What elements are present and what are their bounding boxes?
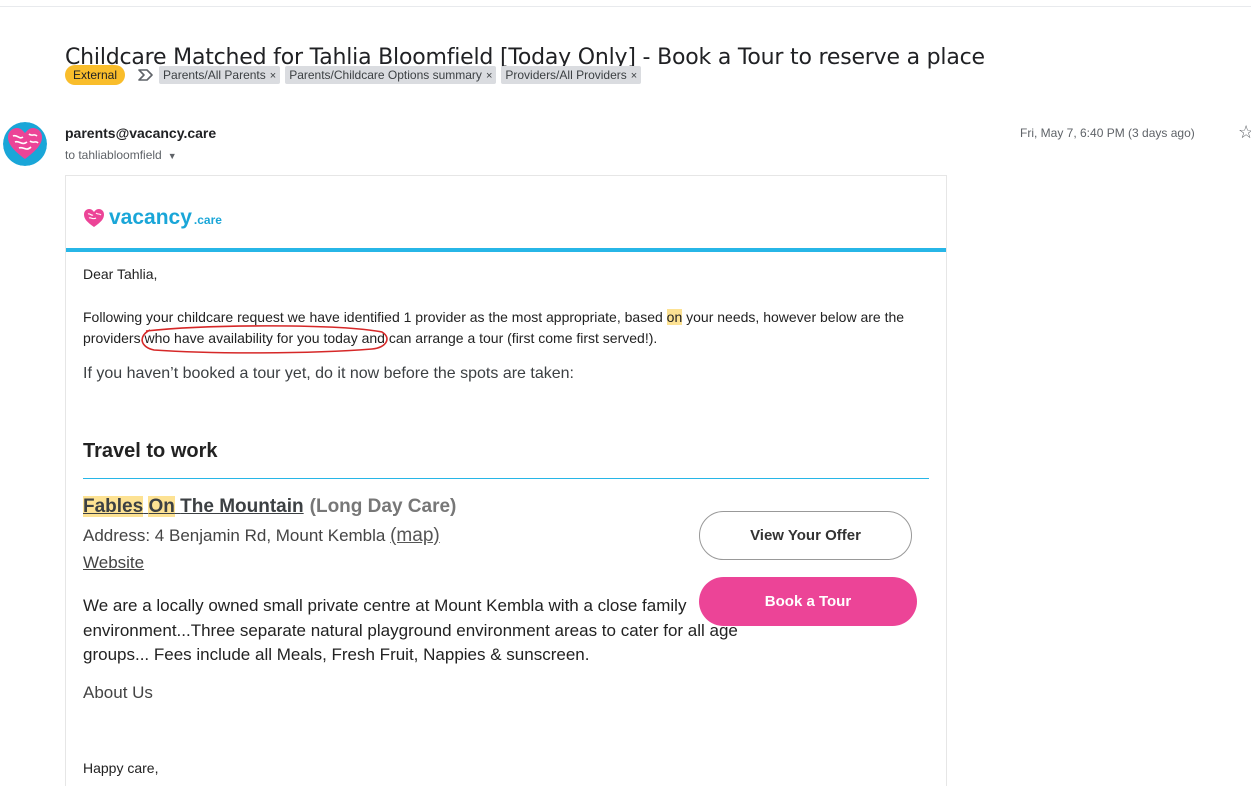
recipient-line[interactable]: to tahliabloomfield ▼ (65, 148, 177, 162)
provider-type: (Long Day Care) (309, 496, 457, 517)
view-offer-button[interactable]: View Your Offer (699, 511, 912, 560)
external-label[interactable]: External (65, 65, 126, 85)
email-date: Fri, May 7, 6:40 PM (3 days ago) (1020, 126, 1195, 140)
chip-text: Parents/Childcare Options summary (289, 68, 482, 82)
chip-text: Providers/All Providers (505, 68, 627, 82)
address-text: Address: 4 Benjamin Rd, Mount Kembla (83, 526, 391, 545)
label-row: External Parents/All Parents × Parents/Ch… (65, 65, 646, 85)
logo-tld: .care (193, 213, 222, 227)
greeting: Dear Tahlia, (83, 266, 158, 282)
sender-address[interactable]: parents@vacancy.care (65, 125, 216, 141)
provider-name-link[interactable]: Fables On The Mountain (83, 496, 304, 517)
logo-word: vacancy (109, 206, 192, 229)
label-chip-all-parents[interactable]: Parents/All Parents × (159, 66, 281, 84)
email-body: vacancy .care Dear Tahlia, Following your… (65, 175, 947, 786)
importance-marker-icon[interactable] (137, 66, 155, 84)
provider-name-text: The Mountain (180, 496, 304, 517)
remove-label-icon[interactable]: × (631, 70, 637, 82)
section-divider (83, 478, 929, 479)
provider-address: Address: 4 Benjamin Rd, Mount Kembla (ma… (83, 525, 440, 547)
chip-text: Parents/All Parents (163, 68, 266, 82)
search-highlight: on (666, 309, 683, 325)
remove-label-icon[interactable]: × (486, 70, 492, 82)
label-chip-childcare-options[interactable]: Parents/Childcare Options summary × (285, 66, 497, 84)
label-chip-all-providers[interactable]: Providers/All Providers × (501, 66, 642, 84)
heart-logo-icon (3, 122, 47, 166)
intro-paragraph: Following your childcare request we have… (83, 307, 913, 354)
map-link[interactable]: (map) (390, 525, 440, 546)
provider-title: Fables On The Mountain (Long Day Care) (83, 496, 456, 518)
provider-description: We are a locally owned small private cen… (83, 596, 738, 664)
website-link[interactable]: Website (83, 553, 144, 573)
star-icon[interactable]: ☆ (1238, 122, 1251, 143)
intro-text: Following your childcare request we have… (83, 309, 667, 325)
recipient-text: to tahliabloomfield (65, 148, 162, 162)
section-heading: Travel to work (83, 440, 218, 462)
chevron-down-icon[interactable]: ▼ (168, 151, 177, 161)
circled-text: who have availability for you today (144, 330, 358, 346)
remove-label-icon[interactable]: × (270, 70, 276, 82)
header-divider (0, 6, 1251, 7)
about-us-link[interactable]: About Us (83, 683, 153, 703)
intro-text: and can arrange a tour (first come first… (357, 330, 658, 346)
search-highlight: Fables (83, 496, 144, 517)
signoff: Happy care, (83, 760, 159, 776)
heart-icon (84, 209, 104, 227)
book-tour-button[interactable]: Book a Tour (699, 577, 917, 626)
circled-annotation: who have availability for you today (141, 325, 389, 354)
sender-avatar[interactable] (3, 122, 47, 166)
vacancy-care-logo[interactable]: vacancy .care (83, 206, 222, 230)
brand-divider (66, 248, 946, 252)
search-highlight: On (148, 496, 175, 517)
cta-line: If you haven’t booked a tour yet, do it … (83, 365, 574, 382)
